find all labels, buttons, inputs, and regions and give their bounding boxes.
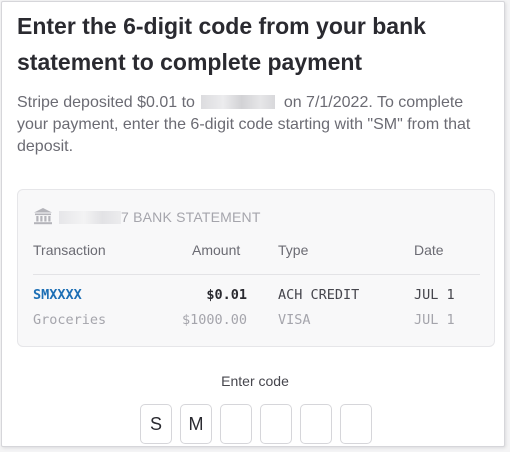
statement-header: 7 BANK STATEMENT [33,207,261,227]
row2-type: VISA [278,312,311,328]
redacted-bank-label [59,210,121,224]
column-header-type: Type [278,242,309,258]
code-digit-1[interactable]: S [140,404,172,444]
row2-transaction: Groceries [33,312,107,328]
row1-transaction: SMXXXX [33,287,82,303]
row2-date: JUL 1 [414,312,455,328]
code-digit-2[interactable]: M [180,404,212,444]
code-digit-5[interactable] [300,404,332,444]
page-title: Enter the 6-digit code from your bank st… [17,13,426,75]
row2-amount: $1000.00 [181,312,247,328]
bank-statement-preview: 7 BANK STATEMENT Transaction Amount Type… [17,189,495,347]
payment-verification-panel: Enter the 6-digit code from your bank st… [1,1,505,447]
code-digit-3[interactable] [220,404,252,444]
instructions-text: Stripe deposited $0.01 to on 7/1/2022. T… [17,92,492,158]
row1-amount: $0.01 [206,287,247,303]
bank-icon [33,207,59,228]
code-input-group: S M [140,404,380,444]
column-header-date: Date [414,242,444,258]
column-header-amount: Amount [192,242,241,258]
table-divider [33,274,480,275]
row1-type: ACH CREDIT [278,287,360,303]
instructions-part1: Stripe deposited $0.01 to [17,94,195,111]
code-digit-6[interactable] [340,404,372,444]
enter-code-label: Enter code [221,373,289,389]
statement-title: 7 BANK STATEMENT [121,209,261,225]
column-header-transaction: Transaction [33,242,106,258]
redacted-bank-name [201,95,276,109]
row1-date: JUL 1 [414,287,455,303]
code-digit-4[interactable] [260,404,292,444]
